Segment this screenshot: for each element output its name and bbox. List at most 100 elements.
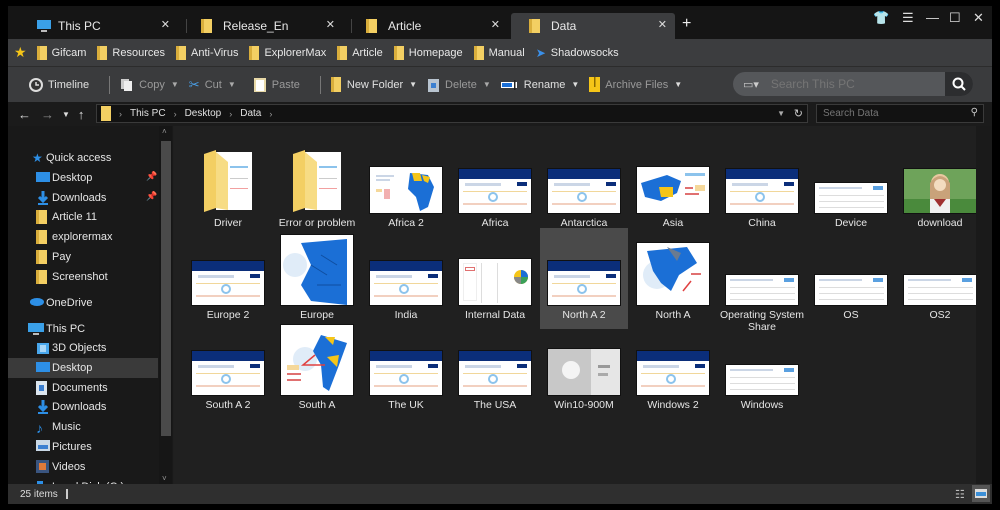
cut-button[interactable]: ✂ Cut ▼	[189, 77, 236, 93]
file-item[interactable]: The USA	[451, 326, 539, 411]
file-item[interactable]: Europe	[273, 234, 361, 321]
rename-button[interactable]: Rename ▼	[500, 79, 579, 91]
file-item[interactable]: Windows	[718, 326, 806, 411]
file-item[interactable]: China	[718, 144, 806, 229]
file-item[interactable]: Europe 2	[184, 236, 272, 321]
favorite-resources[interactable]: Resources	[97, 45, 165, 60]
folder-icon	[36, 45, 47, 60]
sidebar-item-this-pc[interactable]: This PC	[8, 319, 158, 339]
pin-icon[interactable]: 📌	[146, 171, 157, 182]
up-arrow-icon[interactable]: ↑	[78, 107, 85, 122]
file-item[interactable]: OS2	[896, 236, 984, 321]
sidebar-item-label: Article 11	[52, 211, 98, 224]
file-item[interactable]: India	[362, 236, 450, 321]
new-tab-button[interactable]: +	[682, 15, 691, 33]
pin-icon[interactable]: 📌	[146, 191, 157, 202]
details-view-icon[interactable]: ☷	[955, 488, 965, 501]
file-item[interactable]: South A	[273, 324, 361, 411]
minimize-button[interactable]: —	[926, 10, 939, 25]
address-dropdown-icon[interactable]: ▼	[777, 109, 785, 118]
sidebar-item-label: Desktop	[52, 361, 93, 374]
tab-label: Article	[388, 19, 422, 33]
tab-close-icon[interactable]: ✕	[658, 18, 667, 31]
maximize-button[interactable]: ☐	[949, 10, 961, 26]
file-item[interactable]: Internal Data	[451, 236, 539, 321]
sidebar-item-pc-downloads[interactable]: Downloads	[8, 397, 158, 417]
close-button[interactable]: ✕	[973, 10, 984, 26]
timeline-button[interactable]: Timeline	[28, 77, 89, 93]
tab-release-en[interactable]: Release_En ✕	[183, 13, 343, 39]
breadcrumb-data[interactable]: Data	[240, 108, 261, 119]
breadcrumb-desktop[interactable]: Desktop	[185, 108, 222, 119]
address-bar[interactable]: › This PC › Desktop › Data › ▼ ↻	[96, 104, 808, 123]
sidebar-scrollbar[interactable]: ˄ ˅	[159, 126, 172, 484]
tab-article[interactable]: Article ✕	[348, 13, 508, 39]
file-item[interactable]: download	[896, 144, 984, 229]
file-item[interactable]: The UK	[362, 326, 450, 411]
sidebar-item-quick-access[interactable]: ★ Quick access	[8, 148, 158, 168]
sidebar-item-pc-pictures[interactable]: Pictures	[8, 437, 158, 457]
search-data-input[interactable]	[823, 108, 963, 119]
skin-icon[interactable]: 👕	[873, 10, 889, 26]
sidebar-item-pc-music[interactable]: ♪ Music	[8, 417, 158, 437]
search-this-pc-input[interactable]	[770, 77, 941, 91]
forward-arrow-icon[interactable]: →	[41, 107, 54, 122]
menu-icon[interactable]: ☰	[902, 10, 914, 26]
tab-this-pc[interactable]: This PC ✕	[18, 13, 178, 39]
tab-close-icon[interactable]: ✕	[161, 18, 170, 31]
sidebar-item-pc-desktop[interactable]: Desktop	[8, 357, 158, 378]
sidebar-item-pay[interactable]: Pay	[8, 247, 158, 267]
copy-button[interactable]: Copy ▼	[120, 78, 179, 92]
file-item[interactable]: Device	[807, 144, 895, 229]
archive-files-button[interactable]: Archive Files ▼	[589, 77, 682, 92]
file-item[interactable]: South A 2	[184, 326, 272, 411]
sidebar-item-article-11[interactable]: Article 11	[8, 207, 158, 227]
tab-close-icon[interactable]: ✕	[491, 18, 500, 31]
sidebar-item-desktop[interactable]: Desktop 📌	[8, 168, 158, 188]
paste-button[interactable]: Paste	[253, 77, 300, 92]
back-arrow-icon[interactable]: ←	[18, 107, 31, 122]
favorite-gifcam[interactable]: Gifcam	[36, 45, 86, 60]
tab-close-icon[interactable]: ✕	[326, 18, 335, 31]
sidebar-item-downloads[interactable]: Downloads 📌	[8, 188, 158, 208]
tab-data[interactable]: Data ✕	[511, 13, 675, 39]
breadcrumb-this-pc[interactable]: This PC	[130, 108, 166, 119]
sidebar-item-screenshot[interactable]: Screenshot	[8, 267, 158, 287]
recent-locations-icon[interactable]: ▼	[62, 110, 70, 119]
large-icons-view-button[interactable]	[972, 485, 990, 502]
file-item[interactable]: Error or problem	[273, 144, 361, 229]
scroll-down-icon[interactable]: ˅	[162, 474, 167, 483]
favorite-manual[interactable]: Manual	[473, 45, 525, 60]
file-item[interactable]: Win10-900M	[540, 326, 628, 411]
sidebar-item-pc-documents[interactable]: Documents	[8, 378, 158, 398]
favorite-anti-virus[interactable]: Anti-Virus	[175, 45, 238, 60]
delete-button[interactable]: Delete ▼	[427, 77, 491, 92]
scroll-up-icon[interactable]: ˄	[162, 127, 167, 136]
refresh-icon[interactable]: ↻	[794, 107, 803, 120]
file-item[interactable]: Africa	[451, 144, 539, 229]
file-item[interactable]: Driver	[184, 144, 272, 229]
new-folder-button[interactable]: New Folder ▼	[330, 77, 417, 92]
search-icon[interactable]: ⚲	[971, 107, 978, 118]
favorite-article[interactable]: Article	[337, 45, 383, 60]
search-button[interactable]	[945, 72, 973, 96]
file-name: download	[917, 217, 963, 229]
content-scrollbar[interactable]	[976, 126, 992, 484]
favorite-explorermax[interactable]: ExplorerMax	[249, 45, 326, 60]
file-item[interactable]: Operating System Share	[718, 236, 806, 333]
favorite-shadowsocks[interactable]: ➤ Shadowsocks	[536, 46, 619, 60]
sidebar-item-pc-3d-objects[interactable]: 3D Objects	[8, 338, 158, 358]
file-item[interactable]: Asia	[629, 144, 717, 229]
file-item[interactable]: Antarctica	[540, 144, 628, 229]
sidebar-item-pc-videos[interactable]: Videos	[8, 457, 158, 477]
file-item[interactable]: North A 2	[540, 228, 628, 329]
file-item[interactable]: Windows 2	[629, 326, 717, 411]
file-item[interactable]: OS	[807, 236, 895, 321]
file-item[interactable]: North A	[629, 236, 717, 321]
sidebar-item-onedrive[interactable]: OneDrive	[8, 293, 158, 313]
favorite-homepage[interactable]: Homepage	[393, 45, 463, 60]
search-scope-icon[interactable]: ▭▾	[743, 78, 759, 91]
scrollbar-thumb[interactable]	[161, 141, 171, 436]
sidebar-item-explorermax[interactable]: explorermax	[8, 227, 158, 247]
file-item[interactable]: Africa 2	[362, 144, 450, 229]
